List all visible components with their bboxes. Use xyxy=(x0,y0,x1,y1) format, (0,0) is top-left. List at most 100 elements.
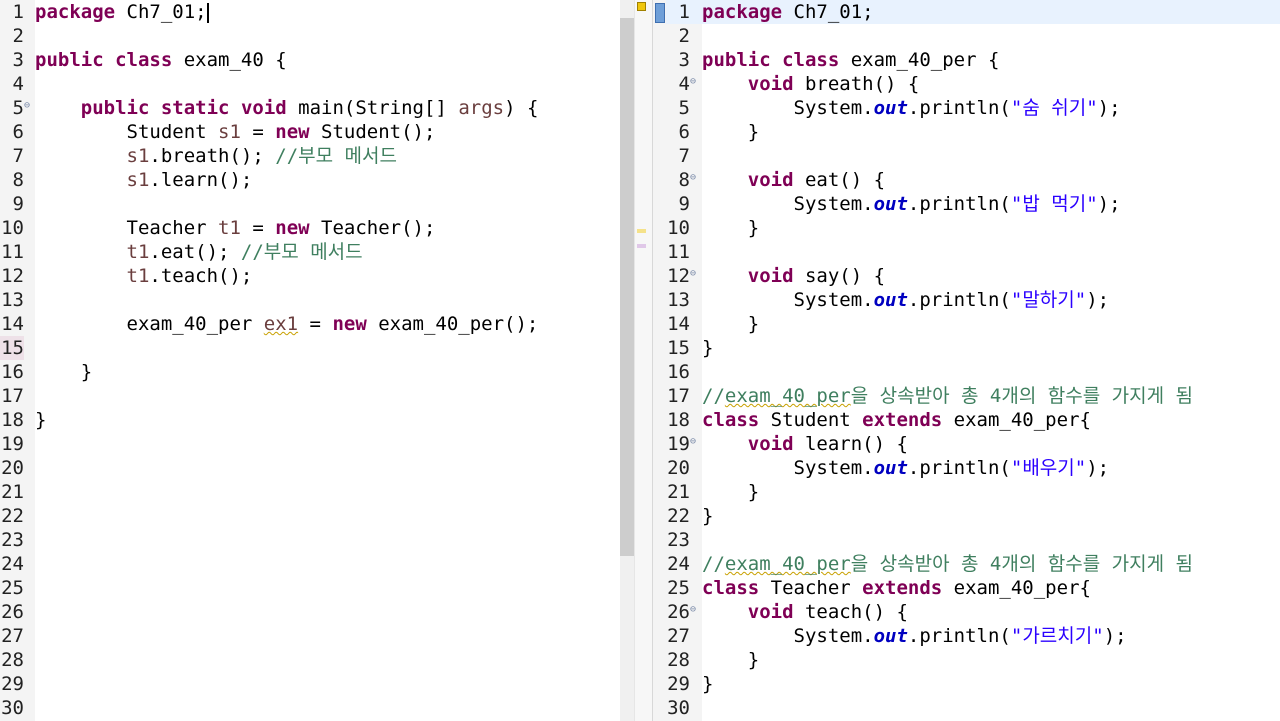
left-editor[interactable]: 1 package Ch7_01; 2 3 public class exam_40 {… xyxy=(0,0,620,721)
editor-split-sash[interactable] xyxy=(652,0,666,721)
code-text[interactable]: t1.eat(); //부모 메서드 xyxy=(35,240,363,264)
code-line[interactable]: 13 System.out.println("말하기"); xyxy=(666,288,1280,312)
code-text[interactable]: public class exam_40_per { xyxy=(702,48,999,72)
code-line[interactable]: 15} xyxy=(666,336,1280,360)
code-line[interactable]: 20 xyxy=(0,456,620,480)
code-line[interactable]: 4 xyxy=(0,72,620,96)
code-text[interactable]: //exam_40_per을 상속받아 총 4개의 함수를 가지게 됨 xyxy=(702,384,1193,408)
code-line[interactable]: 19 xyxy=(0,432,620,456)
code-line[interactable]: 2 xyxy=(0,24,620,48)
collapse-fold-icon[interactable]: ⊖ xyxy=(690,432,700,452)
code-line[interactable]: 25 xyxy=(0,576,620,600)
code-line[interactable]: 8 ⊖ void eat() { xyxy=(666,168,1280,192)
code-text[interactable]: s1.breath(); //부모 메서드 xyxy=(35,144,397,168)
code-line[interactable]: 28 } xyxy=(666,648,1280,672)
code-line[interactable]: 30 xyxy=(0,696,620,720)
code-text[interactable]: System.out.println("배우기"); xyxy=(702,456,1110,480)
code-line[interactable]: 5 System.out.println("숨 쉬기"); xyxy=(666,96,1280,120)
code-line[interactable]: 26 ⊖ void teach() { xyxy=(666,600,1280,624)
code-line[interactable]: 28 xyxy=(0,648,620,672)
code-text[interactable]: package Ch7_01; xyxy=(702,0,874,24)
code-line[interactable]: 30 xyxy=(666,696,1280,720)
code-line[interactable]: 3 public class exam_40_per { xyxy=(666,48,1280,72)
overview-ruler[interactable] xyxy=(634,0,653,721)
code-text[interactable]: s1.learn(); xyxy=(35,168,253,192)
code-text[interactable]: System.out.println("가르치기"); xyxy=(702,624,1127,648)
code-line[interactable]: 18} xyxy=(0,408,620,432)
code-line[interactable]: 1 package Ch7_01; xyxy=(666,0,1280,24)
code-line[interactable]: 7 s1.breath(); //부모 메서드 xyxy=(0,144,620,168)
code-line[interactable]: 25 class Teacher extends exam_40_per{ xyxy=(666,576,1280,600)
code-line[interactable]: 29 xyxy=(0,672,620,696)
code-line[interactable]: 12 t1.teach(); xyxy=(0,264,620,288)
code-line[interactable]: 12 ⊖ void say() { xyxy=(666,264,1280,288)
code-line[interactable]: 23 xyxy=(0,528,620,552)
code-text[interactable]: } xyxy=(702,336,713,360)
code-text[interactable]: } xyxy=(702,504,713,528)
code-line[interactable]: 8 s1.learn(); xyxy=(0,168,620,192)
code-line[interactable]: 11 t1.eat(); //부모 메서드 xyxy=(0,240,620,264)
code-text[interactable]: } xyxy=(702,648,759,672)
code-line[interactable]: 1 package Ch7_01; xyxy=(0,0,620,24)
code-text[interactable]: void eat() { xyxy=(702,168,885,192)
code-line[interactable]: 26 xyxy=(0,600,620,624)
code-text[interactable]: } xyxy=(35,360,92,384)
collapse-fold-icon[interactable]: ⊖ xyxy=(690,264,700,284)
code-line[interactable]: 23 xyxy=(666,528,1280,552)
code-text[interactable]: //exam_40_per을 상속받아 총 4개의 함수를 가지게 됨 xyxy=(702,552,1193,576)
code-line[interactable]: 22 xyxy=(0,504,620,528)
code-line[interactable]: 6 } xyxy=(666,120,1280,144)
occurrence-marker[interactable] xyxy=(637,229,646,233)
code-text[interactable]: Teacher t1 = new Teacher(); xyxy=(35,216,436,240)
code-line[interactable]: 24 //exam_40_per을 상속받아 총 4개의 함수를 가지게 됨 xyxy=(666,552,1280,576)
right-code-area[interactable]: 1 package Ch7_01; 2 3 public class exam_40_p… xyxy=(666,0,1280,720)
code-line[interactable]: 22} xyxy=(666,504,1280,528)
code-text[interactable]: class Student extends exam_40_per{ xyxy=(702,408,1091,432)
code-text[interactable]: Student s1 = new Student(); xyxy=(35,120,436,144)
code-text[interactable]: public static void main(String[] args) { xyxy=(35,96,539,120)
code-text[interactable]: t1.teach(); xyxy=(35,264,253,288)
code-line[interactable]: 21 } xyxy=(666,480,1280,504)
code-text[interactable]: } xyxy=(702,672,713,696)
code-line[interactable]: 14 } xyxy=(666,312,1280,336)
code-line[interactable]: 9 xyxy=(0,192,620,216)
collapse-fold-icon[interactable]: ⊖ xyxy=(690,600,700,620)
code-text[interactable]: public class exam_40 { xyxy=(35,48,287,72)
code-line[interactable]: 11 xyxy=(666,240,1280,264)
code-line[interactable]: 16 xyxy=(666,360,1280,384)
code-text[interactable]: } xyxy=(702,480,759,504)
overview-position-icon[interactable] xyxy=(655,3,665,23)
code-text[interactable]: package Ch7_01; xyxy=(35,0,209,24)
code-line[interactable]: 17 xyxy=(0,384,620,408)
scrollbar-thumb[interactable] xyxy=(620,18,634,556)
collapse-fold-icon[interactable]: ⊖ xyxy=(690,72,700,92)
code-line[interactable]: 20 System.out.println("배우기"); xyxy=(666,456,1280,480)
code-line[interactable]: 27 xyxy=(0,624,620,648)
code-line[interactable]: 9 System.out.println("밥 먹기"); xyxy=(666,192,1280,216)
code-text[interactable]: class Teacher extends exam_40_per{ xyxy=(702,576,1091,600)
code-line[interactable]: 4 ⊖ void breath() { xyxy=(666,72,1280,96)
code-text[interactable]: } xyxy=(35,408,46,432)
code-text[interactable]: void teach() { xyxy=(702,600,908,624)
code-line[interactable]: 18 class Student extends exam_40_per{ xyxy=(666,408,1280,432)
collapse-fold-icon[interactable]: ⊖ xyxy=(24,96,34,116)
code-line[interactable]: 5 ⊖ public static void main(String[] args… xyxy=(0,96,620,120)
left-code-area[interactable]: 1 package Ch7_01; 2 3 public class exam_40 {… xyxy=(0,0,620,720)
code-line[interactable]: 7 xyxy=(666,144,1280,168)
code-line[interactable]: 24 xyxy=(0,552,620,576)
code-text[interactable]: } xyxy=(702,216,759,240)
code-text[interactable]: } xyxy=(702,120,759,144)
code-text[interactable]: void learn() { xyxy=(702,432,908,456)
code-line[interactable]: 15 xyxy=(0,336,620,360)
code-line[interactable]: 17 //exam_40_per을 상속받아 총 4개의 함수를 가지게 됨 xyxy=(666,384,1280,408)
code-text[interactable]: System.out.println("숨 쉬기"); xyxy=(702,96,1121,120)
code-text[interactable]: void say() { xyxy=(702,264,885,288)
collapse-fold-icon[interactable]: ⊖ xyxy=(690,168,700,188)
code-text[interactable]: System.out.println("말하기"); xyxy=(702,288,1110,312)
code-line[interactable]: 10 } xyxy=(666,216,1280,240)
code-text[interactable]: exam_40_per ex1 = new exam_40_per(); xyxy=(35,312,539,336)
code-line[interactable]: 14 exam_40_per ex1 = new exam_40_per(); xyxy=(0,312,620,336)
right-editor[interactable]: 1 package Ch7_01; 2 3 public class exam_40_p… xyxy=(666,0,1280,721)
code-line[interactable]: 6 Student s1 = new Student(); xyxy=(0,120,620,144)
code-line[interactable]: 27 System.out.println("가르치기"); xyxy=(666,624,1280,648)
